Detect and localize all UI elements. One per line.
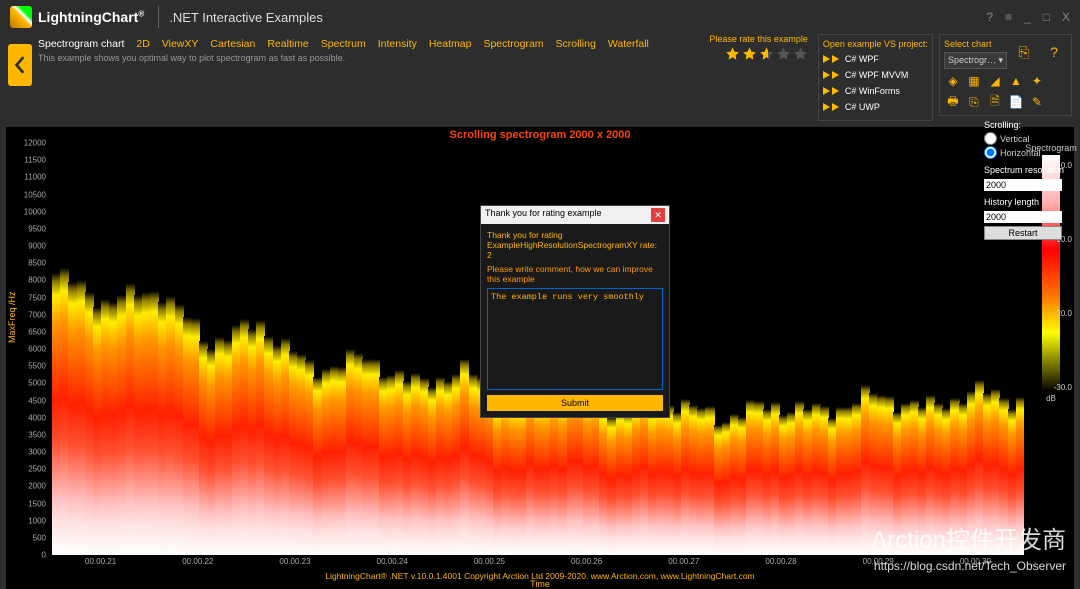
open-project-option[interactable]: C# UWP xyxy=(823,100,928,114)
maximize-icon[interactable]: □ xyxy=(1043,10,1050,24)
breadcrumb-item[interactable]: Realtime xyxy=(267,38,308,50)
ruler-icon[interactable]: ◢ xyxy=(986,72,1004,90)
star-icon[interactable]: ✦ xyxy=(1028,72,1046,90)
back-button[interactable] xyxy=(8,44,32,86)
toolbar-icons: ◈ ▦ ◢ ▲ ✦ 🖶 ⎘ 🗎 📄 ✎ xyxy=(944,72,1067,111)
breadcrumb-item[interactable]: Scrolling xyxy=(556,38,596,50)
rating-dialog: Thank you for rating example ✕ Thank you… xyxy=(480,205,670,418)
chart-select[interactable]: Spectrogr… ▾ xyxy=(944,52,1007,69)
spectrum-resolution-input[interactable] xyxy=(984,179,1062,191)
code-icon[interactable]: ▦ xyxy=(965,72,983,90)
breadcrumb-item[interactable]: Spectrum xyxy=(321,38,366,50)
breadcrumb: Spectrogram chart 2D ViewXY Cartesian Realti… xyxy=(38,34,703,50)
rating-stars[interactable] xyxy=(725,46,808,61)
breadcrumb-item[interactable]: Cartesian xyxy=(210,38,255,50)
history-length-input[interactable] xyxy=(984,211,1062,223)
save-icon[interactable]: 📄 xyxy=(1007,93,1025,111)
side-controls: Scrolling: Vertical Horizontal Spectrum … xyxy=(984,120,1070,240)
minimize-icon[interactable]: _ xyxy=(1024,10,1031,24)
copy2-icon[interactable]: ⎘ xyxy=(965,93,983,111)
breadcrumb-item[interactable]: Spectrogram xyxy=(483,38,543,50)
print-icon[interactable]: 🖶 xyxy=(944,93,962,111)
breadcrumb-item[interactable]: Intensity xyxy=(378,38,417,50)
dialog-title: Thank you for rating example xyxy=(485,208,602,222)
brand-name: LightningChart® xyxy=(38,9,144,25)
dialog-rate-confirm: Thank you for rating ExampleHighResoluti… xyxy=(487,230,663,260)
copy-icon[interactable]: ⎘ xyxy=(1011,39,1037,65)
watermark-brand: Arction控件开发商 xyxy=(871,520,1066,555)
breadcrumb-item[interactable]: ViewXY xyxy=(162,38,199,50)
help-icon[interactable]: ? xyxy=(986,10,993,24)
grid-icon[interactable]: ▲ xyxy=(1007,72,1025,90)
breadcrumb-item[interactable]: Waterfall xyxy=(608,38,649,50)
scrolling-horizontal-radio[interactable]: Horizontal xyxy=(984,146,1070,159)
app-logo-icon xyxy=(10,6,32,28)
dialog-prompt: Please write comment, how we can improve… xyxy=(487,264,663,284)
breadcrumb-item[interactable]: 2D xyxy=(136,38,149,50)
open-project-panel: Open example VS project: C# WPFC# WPF MV… xyxy=(818,34,933,121)
breadcrumb-item[interactable]: Spectrogram chart xyxy=(38,38,124,50)
settings-icon[interactable]: ✎ xyxy=(1028,93,1046,111)
rate-label: Please rate this example xyxy=(709,34,808,44)
dialog-close-icon[interactable]: ✕ xyxy=(651,208,665,222)
scrolling-vertical-radio[interactable]: Vertical xyxy=(984,132,1070,145)
divider xyxy=(158,6,159,28)
chart-title: Scrolling spectrogram 2000 x 2000 xyxy=(6,127,1074,141)
dialog-submit-button[interactable]: Submit xyxy=(487,395,663,411)
info-icon[interactable]: ? xyxy=(1041,39,1067,65)
close-icon[interactable]: X xyxy=(1062,10,1070,24)
doc-icon[interactable]: 🗎 xyxy=(986,93,1004,111)
open-project-option[interactable]: C# WPF xyxy=(823,52,928,66)
restart-button[interactable]: Restart xyxy=(984,226,1062,240)
breadcrumb-item[interactable]: Heatmap xyxy=(429,38,472,50)
dialog-comment-input[interactable] xyxy=(487,288,663,390)
watermark-url: https://blog.csdn.net/Tech_Observer xyxy=(874,559,1066,573)
example-subtitle: This example shows you optimal way to pl… xyxy=(38,53,703,63)
open-project-option[interactable]: C# WinForms xyxy=(823,84,928,98)
app-title: .NET Interactive Examples xyxy=(169,10,323,25)
open-project-option[interactable]: C# WPF MVVM xyxy=(823,68,928,82)
chart-icon[interactable]: ◈ xyxy=(944,72,962,90)
menu-icon[interactable]: ≡ xyxy=(1005,10,1012,24)
y-axis-label: MaxFreq /Hz xyxy=(7,291,17,343)
y-axis: 0500100015002000250030003500400045005000… xyxy=(6,143,48,555)
select-chart-panel: Select chart Spectrogr… ▾ ⎘ ? ◈ ▦ ◢ ▲ ✦ … xyxy=(939,34,1072,116)
